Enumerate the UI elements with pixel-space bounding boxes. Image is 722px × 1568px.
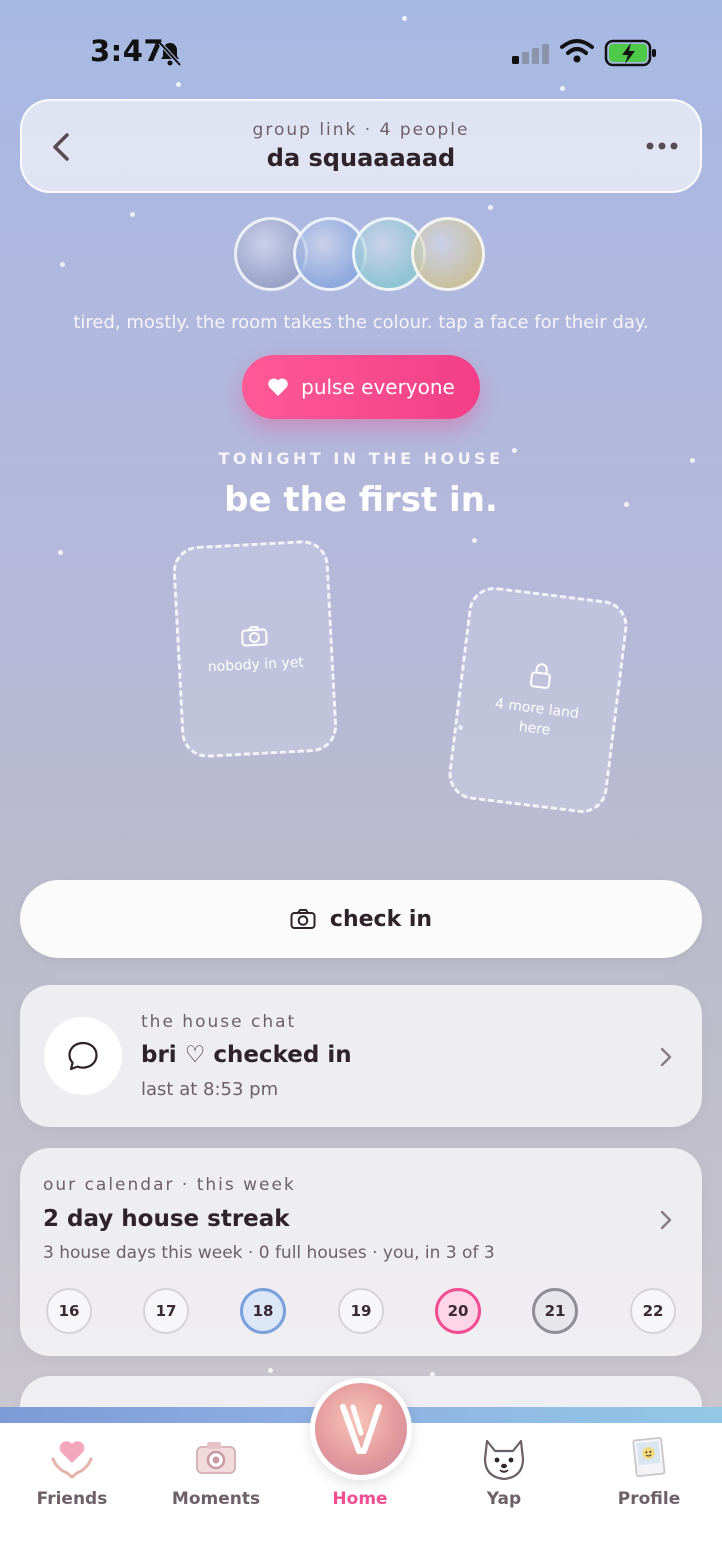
tab-friends-label: Friends	[36, 1489, 108, 1509]
calendar-day[interactable]: 22	[630, 1288, 676, 1334]
member-avatar[interactable]	[411, 217, 485, 291]
calendar-title: 2 day house streak	[43, 1206, 290, 1232]
check-in-label: check in	[329, 906, 433, 932]
calendar-day[interactable]: 17	[143, 1288, 189, 1334]
chevron-right-icon[interactable]	[658, 1209, 674, 1231]
pulse-everyone-button[interactable]: pulse everyone	[242, 355, 480, 419]
tonight-title: be the first in.	[224, 480, 498, 520]
home-logo-button[interactable]	[310, 1378, 412, 1480]
chat-bubble-icon	[68, 1041, 98, 1071]
chat-icon-circle	[44, 1017, 122, 1095]
calendar-day[interactable]: 19	[338, 1288, 384, 1334]
check-in-button[interactable]: check in	[20, 880, 702, 958]
group-title: da squaaaaad	[266, 144, 456, 172]
checkin-slot-empty[interactable]: nobody in yet	[171, 539, 339, 759]
home-logo-icon	[340, 1404, 382, 1454]
house-chat-label: the house chat	[141, 1012, 297, 1032]
house-chat-card[interactable]	[20, 985, 702, 1127]
dog-icon	[483, 1439, 525, 1481]
tab-yap-label: Yap	[486, 1489, 522, 1509]
status-time: 3:47	[90, 34, 165, 68]
wifi-icon	[560, 39, 594, 63]
bell-muted-icon	[158, 41, 182, 67]
tab-moments-label: Moments	[171, 1489, 261, 1509]
tab-profile-label: Profile	[617, 1489, 681, 1509]
hands-heart-icon	[51, 1441, 93, 1479]
chevron-right-icon[interactable]	[658, 1046, 674, 1068]
house-chat-title: bri ♡ checked in	[141, 1042, 352, 1068]
mood-description: tired, mostly. the room takes the colour…	[73, 312, 649, 333]
house-chat-subtitle: last at 8:53 pm	[141, 1079, 279, 1100]
calendar-day[interactable]: 20	[435, 1288, 481, 1334]
camera-icon	[290, 909, 316, 929]
lock-icon	[529, 663, 551, 689]
checkin-slot-locked: 4 more land here	[445, 584, 631, 816]
cellular-signal-icon	[512, 44, 549, 64]
calendar-label: our calendar · this week	[43, 1175, 296, 1195]
slot-locked-text: 4 more land here	[494, 695, 580, 739]
group-subtitle: group link · 4 people	[252, 120, 470, 140]
polaroid-icon	[632, 1436, 666, 1478]
calendar-day[interactable]: 16	[46, 1288, 92, 1334]
calendar-subtitle: 3 house days this week · 0 full houses ·…	[43, 1243, 495, 1263]
camera-icon	[196, 1442, 236, 1474]
pulse-everyone-label: pulse everyone	[301, 375, 455, 399]
tab-home-label: Home	[332, 1489, 388, 1509]
calendar-day[interactable]: 21	[532, 1288, 578, 1334]
heart-icon	[268, 378, 288, 396]
more-options-button[interactable]	[642, 134, 682, 158]
camera-icon	[241, 625, 268, 647]
tonight-label: TONIGHT IN THE HOUSE	[218, 449, 504, 468]
slot-empty-text: nobody in yet	[207, 654, 305, 676]
battery-charging-icon	[604, 39, 656, 67]
calendar-day[interactable]: 18	[240, 1288, 286, 1334]
